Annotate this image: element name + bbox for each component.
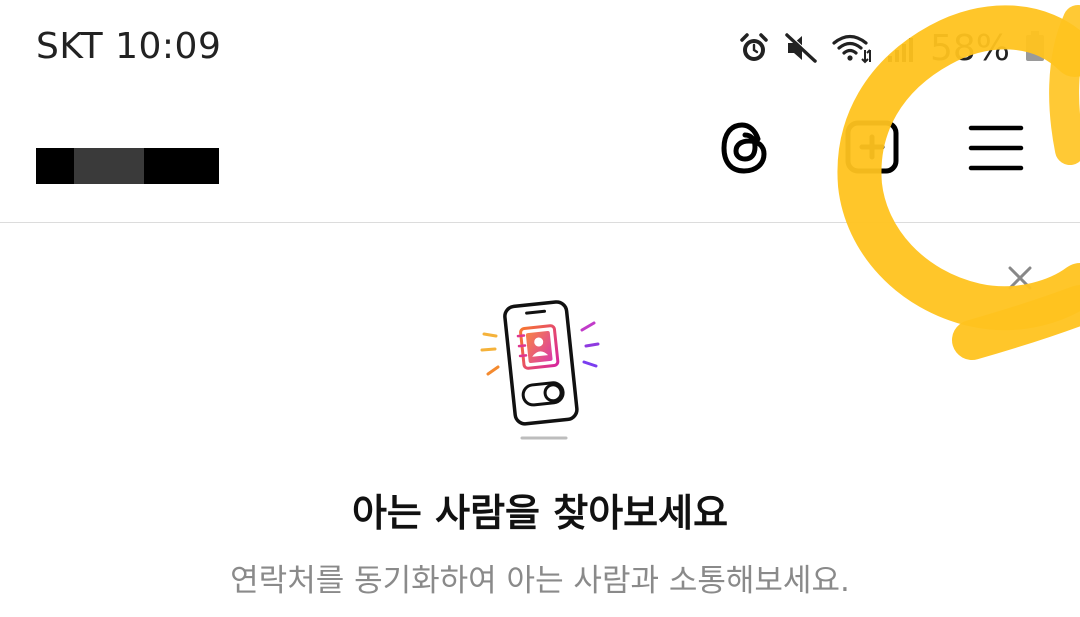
status-bar: SKT 10:09 58%	[0, 0, 1080, 96]
create-post-button[interactable]	[840, 118, 904, 182]
alarm-icon	[738, 32, 770, 64]
create-post-icon	[842, 119, 902, 181]
mute-icon	[784, 32, 818, 64]
profile-header	[0, 96, 1080, 223]
threads-icon	[718, 119, 774, 181]
phone-contacts-icon	[470, 292, 610, 442]
find-people-title: 아는 사람을 찾아보세요	[351, 491, 729, 535]
status-icons: 58%	[738, 26, 1044, 70]
battery-icon	[1026, 31, 1044, 61]
dismiss-icon[interactable]	[1006, 262, 1036, 296]
signal-icon	[886, 32, 916, 64]
menu-icon	[967, 121, 1025, 179]
username-redacted[interactable]	[36, 148, 219, 184]
carrier-time: SKT 10:09	[36, 26, 222, 67]
battery-percent: 58%	[929, 27, 1010, 69]
find-people-description: 연락처를 동기화하여 아는 사람과 소통해보세요.	[230, 563, 850, 599]
menu-button[interactable]	[964, 118, 1028, 182]
wifi-icon	[832, 32, 872, 64]
threads-button[interactable]	[714, 118, 778, 182]
